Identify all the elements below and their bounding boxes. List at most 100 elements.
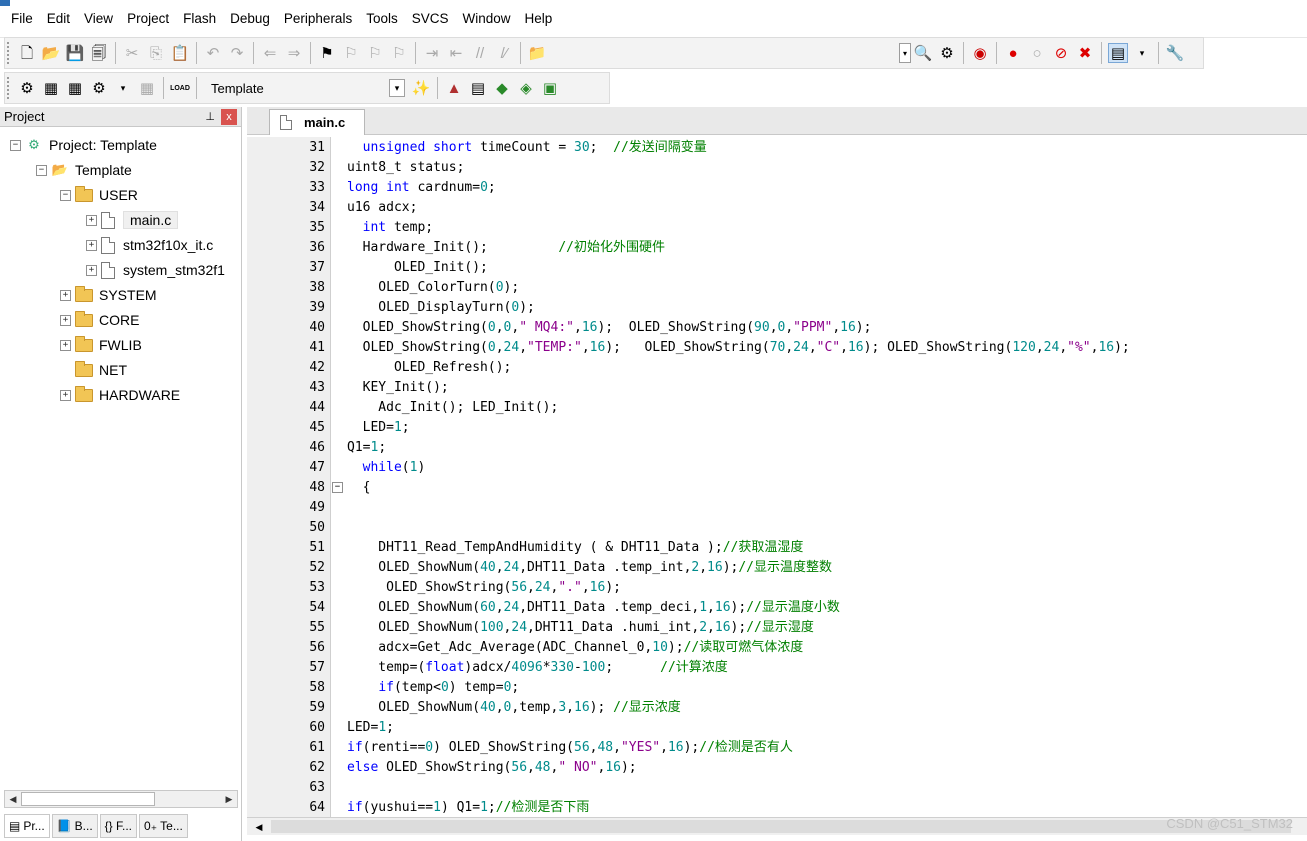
tree-item-core[interactable]: + CORE bbox=[60, 308, 139, 332]
code-line[interactable]: OLED_ShowNum(40,0,temp,3,16); //显示浓度 bbox=[347, 698, 681, 718]
collapse-icon[interactable]: − bbox=[60, 189, 71, 201]
expand-icon[interactable]: + bbox=[86, 214, 97, 226]
fold-toggle-icon[interactable]: − bbox=[332, 482, 343, 493]
code-line[interactable]: while(1) bbox=[347, 458, 426, 478]
code-line[interactable]: if(temp<0) temp=0; bbox=[347, 678, 519, 698]
new-file-icon[interactable]: 🗋 bbox=[17, 43, 37, 63]
tab-books[interactable]: 📘 B... bbox=[51, 814, 98, 838]
expand-icon[interactable]: + bbox=[86, 239, 97, 251]
breakpoint-disable-icon[interactable]: ○ bbox=[1027, 43, 1047, 63]
code-line[interactable]: KEY_Init(); bbox=[347, 378, 449, 398]
code-line[interactable]: OLED_ShowNum(40,24,DHT11_Data .temp_int,… bbox=[347, 558, 832, 578]
code-line[interactable]: int temp; bbox=[347, 218, 433, 238]
bookmark-clear-icon[interactable]: ⚐ bbox=[389, 43, 409, 63]
menu-window[interactable]: Window bbox=[455, 11, 517, 26]
uncomment-icon[interactable]: /⁄ bbox=[494, 43, 514, 63]
menu-file[interactable]: File bbox=[4, 11, 40, 26]
paste-icon[interactable]: 📋 bbox=[170, 43, 190, 63]
toolbar-grip[interactable] bbox=[7, 42, 11, 64]
code-line[interactable]: OLED_ShowNum(60,24,DHT11_Data .temp_deci… bbox=[347, 598, 840, 618]
menu-debug[interactable]: Debug bbox=[223, 11, 277, 26]
code-line[interactable]: { bbox=[347, 478, 371, 498]
menu-project[interactable]: Project bbox=[120, 11, 176, 26]
nav-forward-icon[interactable]: ⇒ bbox=[284, 43, 304, 63]
expand-icon[interactable]: + bbox=[60, 289, 71, 301]
scroll-right-icon[interactable]: ▶ bbox=[221, 791, 237, 807]
expand-icon[interactable]: + bbox=[86, 264, 97, 276]
scrollbar-thumb[interactable] bbox=[21, 792, 155, 806]
code-line[interactable]: Adc_Init(); LED_Init(); bbox=[347, 398, 558, 418]
open-file-icon[interactable]: 📂 bbox=[41, 43, 61, 63]
window-layout-icon[interactable]: ▤ bbox=[1108, 43, 1128, 63]
target-select-dropdown-icon[interactable]: ▾ bbox=[389, 79, 405, 97]
expand-icon[interactable]: + bbox=[60, 314, 71, 326]
code-line[interactable]: OLED_Refresh(); bbox=[347, 358, 511, 378]
configure-icon[interactable]: 🔧 bbox=[1165, 43, 1185, 63]
expand-icon[interactable]: + bbox=[60, 339, 71, 351]
stop-build-icon[interactable]: ▦ bbox=[137, 78, 157, 98]
code-line[interactable]: uint8_t status; bbox=[347, 158, 464, 178]
project-horizontal-scrollbar[interactable]: ◀ ▶ bbox=[4, 790, 238, 808]
tree-item-net[interactable]: NET bbox=[60, 358, 127, 382]
tree-item-hardware[interactable]: + HARDWARE bbox=[60, 383, 180, 407]
batch-build-icon[interactable]: ⚙ bbox=[89, 78, 109, 98]
tree-item-template[interactable]: − 📂 Template bbox=[36, 158, 132, 182]
debug-start-icon[interactable]: ◉ bbox=[970, 43, 990, 63]
menu-svcs[interactable]: SVCS bbox=[405, 11, 456, 26]
code-line[interactable]: long int cardnum=0; bbox=[347, 178, 496, 198]
code-line[interactable]: Q1=1; bbox=[347, 438, 386, 458]
code-line[interactable]: adcx=Get_Adc_Average(ADC_Channel_0,10);/… bbox=[347, 638, 803, 658]
tree-item-project-template[interactable]: − ⚙ Project: Template bbox=[10, 133, 157, 157]
tab-templates[interactable]: 0₊ Te... bbox=[139, 814, 188, 838]
save-icon[interactable]: 💾 bbox=[65, 43, 85, 63]
manage-multi-project-icon[interactable]: ▤ bbox=[468, 78, 488, 98]
find-in-files-icon[interactable]: 📁 bbox=[527, 43, 547, 63]
target-options-icon[interactable]: ✨ bbox=[411, 78, 431, 98]
code-line[interactable]: OLED_ColorTurn(0); bbox=[347, 278, 519, 298]
manage-run-time-env-icon[interactable]: ◆ bbox=[492, 78, 512, 98]
breakpoint-kill-all-icon[interactable]: ✖ bbox=[1075, 43, 1095, 63]
code-line[interactable]: if(yushui==1) Q1=1;//检测是否下雨 bbox=[347, 798, 589, 817]
code-line[interactable]: else OLED_ShowString(56,48," NO",16); bbox=[347, 758, 637, 778]
code-line[interactable]: LED=1; bbox=[347, 718, 394, 738]
menu-tools[interactable]: Tools bbox=[359, 11, 405, 26]
undo-icon[interactable]: ↶ bbox=[203, 43, 223, 63]
code-editor[interactable]: unsigned short timeCount = 30; //发送间隔变量 u… bbox=[331, 137, 1307, 817]
tree-item-fwlib[interactable]: + FWLIB bbox=[60, 333, 142, 357]
bookmark-prev-icon[interactable]: ⚐ bbox=[341, 43, 361, 63]
code-line[interactable]: DHT11_Read_TempAndHumidity ( & DHT11_Dat… bbox=[347, 538, 803, 558]
indent-icon[interactable]: ⇥ bbox=[422, 43, 442, 63]
cut-icon[interactable]: ✂ bbox=[122, 43, 142, 63]
code-line[interactable]: OLED_ShowString(0,0," MQ4:",16); OLED_Sh… bbox=[347, 318, 872, 338]
scrollbar-thumb[interactable] bbox=[271, 820, 1291, 833]
comment-icon[interactable]: // bbox=[470, 43, 490, 63]
manage-project-icon[interactable]: ▲ bbox=[444, 78, 464, 98]
menu-edit[interactable]: Edit bbox=[40, 11, 77, 26]
tab-main-c[interactable]: main.c bbox=[269, 109, 365, 135]
save-all-icon[interactable]: 🗐 bbox=[89, 43, 109, 63]
tree-item-system-stm32f1[interactable]: + system_stm32f1 bbox=[86, 258, 225, 282]
code-line[interactable]: unsigned short timeCount = 30; //发送间隔变量 bbox=[347, 138, 707, 158]
collapse-icon[interactable]: − bbox=[10, 139, 21, 151]
code-line[interactable]: OLED_Init(); bbox=[347, 258, 488, 278]
code-line[interactable]: temp=(float)adcx/4096*330-100; //计算浓度 bbox=[347, 658, 727, 678]
pin-icon[interactable]: ⊥ bbox=[205, 110, 215, 123]
build-icon[interactable]: ▦ bbox=[41, 78, 61, 98]
rebuild-icon[interactable]: ▦ bbox=[65, 78, 85, 98]
target-select[interactable]: Template bbox=[207, 76, 389, 100]
bookmark-next-icon[interactable]: ⚐ bbox=[365, 43, 385, 63]
toolbar-grip[interactable] bbox=[7, 77, 11, 99]
code-line[interactable]: LED=1; bbox=[347, 418, 410, 438]
copy-icon[interactable]: ⎘ bbox=[146, 43, 166, 63]
menu-view[interactable]: View bbox=[77, 11, 120, 26]
redo-icon[interactable]: ↷ bbox=[227, 43, 247, 63]
tree-item-stm32f10x-it-c[interactable]: + stm32f10x_it.c bbox=[86, 233, 213, 257]
find-combo-dropdown[interactable]: ▾ bbox=[899, 43, 911, 63]
menu-peripherals[interactable]: Peripherals bbox=[277, 11, 359, 26]
pack-installer-icon[interactable]: ▣ bbox=[540, 78, 560, 98]
code-line[interactable]: u16 adcx; bbox=[347, 198, 417, 218]
incremental-find-icon[interactable]: 🔍 bbox=[913, 43, 933, 63]
scroll-left-icon[interactable]: ◀ bbox=[251, 819, 267, 835]
debug-session-icon[interactable]: ⚙ bbox=[937, 43, 957, 63]
tab-project[interactable]: ▤ Pr... bbox=[4, 814, 50, 838]
